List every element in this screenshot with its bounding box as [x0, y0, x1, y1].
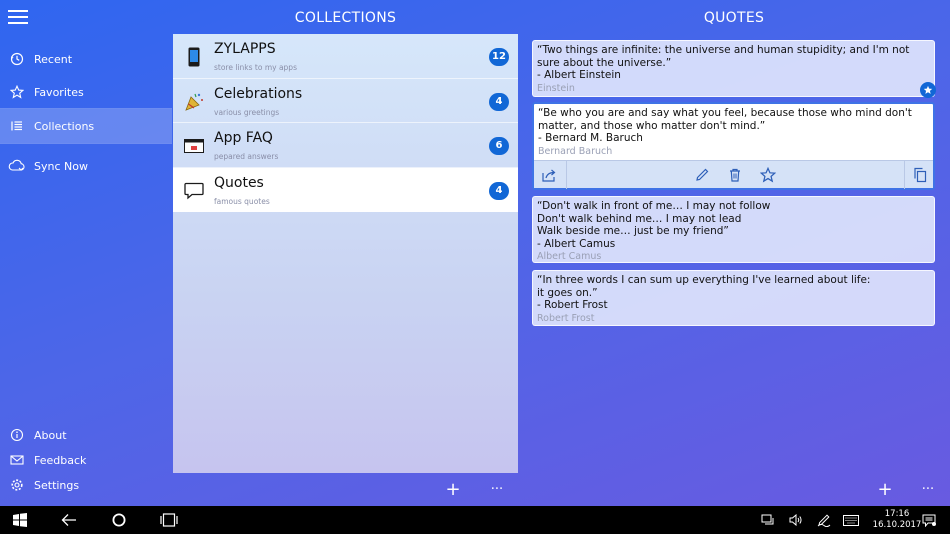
action-center-icon[interactable]: [922, 512, 936, 528]
collections-title: COLLECTIONS: [294, 10, 397, 26]
quote-text: “Be who you are and say what you feel, b…: [538, 107, 912, 145]
gear-icon: [0, 478, 34, 492]
collection-title: Celebrations: [214, 85, 303, 102]
sidebar-item-label: Sync Now: [34, 159, 88, 173]
keyboard-icon[interactable]: [843, 512, 859, 528]
mail-icon: [0, 454, 34, 466]
divider: [566, 161, 567, 189]
quote-text: “Don't walk in front of me… I may not fo…: [537, 200, 771, 250]
back-arrow-icon[interactable]: [61, 512, 77, 528]
sidebar-item-label: Favorites: [34, 85, 84, 99]
share-icon[interactable]: [540, 166, 558, 184]
sidebar-item-collections[interactable]: Collections: [0, 109, 172, 143]
quote-author: Bernard Baruch: [538, 145, 613, 157]
collection-title: ZYLAPPS: [214, 41, 276, 57]
collection-subtitle: famous quotes: [214, 196, 270, 206]
sidebar-item-label: Feedback: [34, 453, 87, 467]
taskbar-clock[interactable]: 17:16 16.10.2017: [872, 509, 922, 531]
list-icon: [0, 119, 34, 133]
pen-icon[interactable]: [817, 512, 831, 528]
network-icon[interactable]: [761, 512, 775, 528]
app-window: COLLECTIONS QUOTES Recent Favorites Coll…: [0, 0, 950, 506]
star-icon: [0, 85, 34, 99]
quote-toolbar: [534, 160, 933, 189]
windows-taskbar: 17:16 16.10.2017: [0, 506, 950, 534]
phone-icon: [183, 46, 205, 68]
clock-date: 16.10.2017: [872, 520, 922, 530]
sidebar-item-label: Settings: [34, 478, 80, 492]
history-icon: [0, 52, 34, 66]
quote-text: “Two things are infinite: the universe a…: [537, 44, 910, 82]
quote-author: Einstein: [537, 82, 575, 94]
windows-start-icon[interactable]: [12, 512, 28, 528]
quote-card[interactable]: “Two things are infinite: the universe a…: [532, 40, 935, 97]
count-badge: 12: [489, 48, 509, 66]
delete-icon[interactable]: [726, 166, 744, 184]
quotes-title: QUOTES: [703, 10, 765, 26]
party-popper-icon: [183, 91, 205, 113]
info-icon: [0, 428, 34, 442]
quote-card[interactable]: “In three words I can sum up everything …: [532, 270, 935, 326]
sidebar-item-settings[interactable]: Settings: [0, 468, 172, 502]
quote-card-selected[interactable]: “Be who you are and say what you feel, b…: [532, 102, 935, 190]
quote-author: Robert Frost: [537, 312, 595, 324]
quotes-more-button[interactable]: ···: [918, 480, 938, 500]
collection-item-quotes[interactable]: Quotes famous quotes 4: [173, 167, 518, 212]
collection-subtitle: various greetings: [214, 107, 280, 117]
favorite-star-icon[interactable]: [920, 82, 936, 98]
collection-item-zylapps[interactable]: ZYLAPPS store links to my apps 12: [173, 34, 518, 79]
quote-card[interactable]: “Don't walk in front of me… I may not fo…: [532, 196, 935, 263]
quote-text: “In three words I can sum up everything …: [537, 274, 871, 312]
quote-author: Albert Camus: [537, 251, 602, 263]
sidebar-item-favorites[interactable]: Favorites: [0, 75, 172, 109]
sidebar-item-recent[interactable]: Recent: [0, 42, 172, 76]
count-badge: 6: [489, 137, 509, 155]
clock-time: 17:16: [884, 509, 910, 519]
add-quote-button[interactable]: +: [875, 480, 895, 500]
divider: [0, 143, 172, 144]
collection-item-celebrations[interactable]: Celebrations various greetings 4: [173, 79, 518, 123]
task-view-icon[interactable]: [160, 512, 178, 528]
collection-subtitle: pepared answers: [214, 152, 279, 161]
copy-icon[interactable]: [911, 166, 929, 184]
hamburger-menu-icon[interactable]: [8, 10, 28, 26]
speech-bubble-icon: [183, 180, 205, 202]
sidebar-item-sync-now[interactable]: Sync Now: [0, 149, 172, 183]
collections-more-button[interactable]: ···: [487, 480, 507, 500]
sidebar-item-label: About: [34, 428, 67, 442]
quotes-list: “Two things are infinite: the universe a…: [518, 34, 950, 473]
count-badge: 4: [489, 92, 509, 111]
collection-subtitle: store links to my apps: [214, 63, 297, 72]
faq-card-icon: [183, 135, 205, 157]
add-collection-button[interactable]: +: [443, 480, 463, 500]
sidebar-item-label: Collections: [34, 119, 95, 133]
divider: [904, 161, 905, 189]
collection-title: App FAQ: [214, 130, 273, 146]
count-badge: 4: [489, 181, 509, 200]
edit-icon[interactable]: [693, 166, 711, 184]
sidebar-item-label: Recent: [34, 52, 73, 66]
collections-list: ZYLAPPS store links to my apps 12 Celebr…: [173, 34, 518, 473]
collection-title: Quotes: [214, 174, 264, 191]
star-icon[interactable]: [759, 166, 777, 184]
collection-item-app-faq[interactable]: App FAQ pepared answers 6: [173, 123, 518, 168]
cortana-circle-icon[interactable]: [111, 512, 127, 528]
cloud-sync-icon: [0, 159, 34, 173]
volume-icon[interactable]: [789, 512, 803, 528]
